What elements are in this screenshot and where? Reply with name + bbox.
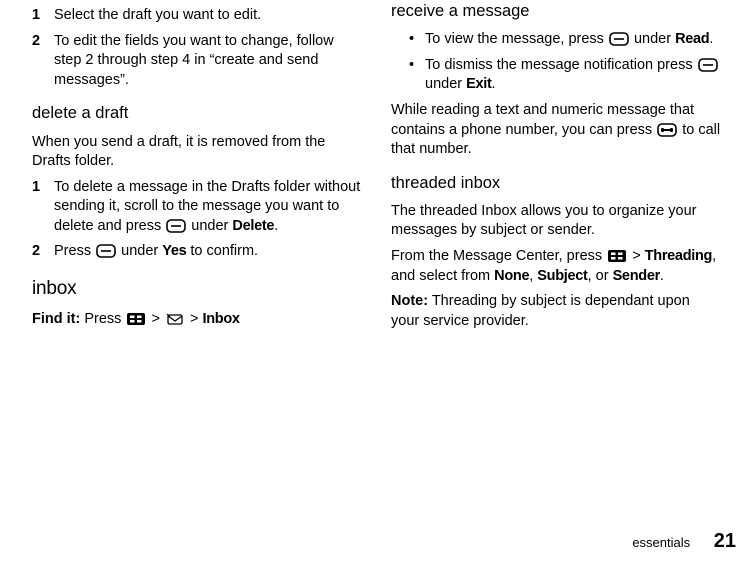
delete-step-1: 1 To delete a message in the Drafts fold…: [32, 178, 363, 237]
text-part: under: [634, 31, 675, 47]
softkey-icon: [96, 244, 116, 258]
text-part: under: [425, 76, 466, 92]
footer-section: essentials: [632, 535, 690, 550]
receive-bullet-2: • To dismiss the message notification pr…: [391, 56, 722, 95]
text-part: .: [274, 218, 278, 234]
bullet-icon: •: [409, 56, 425, 76]
label-inbox: Inbox: [203, 311, 240, 327]
step-body: Press under Yes to confirm.: [54, 242, 363, 262]
step-number: 2: [32, 32, 54, 52]
menukey-icon: [607, 249, 627, 263]
callkey-icon: [657, 123, 677, 137]
find-it-label: Find it:: [32, 311, 80, 327]
receive-bullet-1: • To view the message, press under Read.: [391, 30, 722, 50]
text-part: Press: [54, 243, 95, 259]
label-read: Read: [675, 31, 709, 47]
bullet-icon: •: [409, 30, 425, 50]
right-column: receive a message • To view the message,…: [377, 0, 736, 520]
delete-step-2: 2 Press under Yes to confirm.: [32, 242, 363, 262]
step-number: 1: [32, 178, 54, 198]
heading-threaded: threaded inbox: [391, 172, 722, 194]
text-part: , or: [588, 268, 613, 284]
heading-inbox: inbox: [32, 276, 363, 302]
text-part: >: [190, 311, 203, 327]
text-part: to confirm.: [186, 243, 258, 259]
text-part: While reading a text and numeric message…: [391, 102, 694, 138]
paragraph-while-reading: While reading a text and numeric message…: [391, 101, 722, 160]
page-footer: essentials 21: [0, 528, 754, 555]
heading-receive: receive a message: [391, 0, 722, 22]
text-part: From the Message Center, press: [391, 248, 606, 264]
menukey-icon: [126, 312, 146, 326]
label-threading: Threading: [645, 248, 712, 264]
text-part: Press: [84, 311, 125, 327]
receive-bullets: • To view the message, press under Read.…: [391, 30, 722, 95]
delete-draft-steps: 1 To delete a message in the Drafts fold…: [32, 178, 363, 262]
label-sender: Sender: [613, 268, 660, 284]
text-part: .: [709, 31, 713, 47]
step-1: 1 Select the draft you want to edit.: [32, 6, 363, 26]
heading-delete-draft: delete a draft: [32, 102, 363, 124]
text-part: To dismiss the message notification pres…: [425, 57, 697, 73]
label-exit: Exit: [466, 76, 491, 92]
step-body: To edit the fields you want to change, f…: [54, 32, 363, 91]
page-number: 21: [714, 530, 736, 552]
note-label: Note:: [391, 293, 428, 309]
step-body: Select the draft you want to edit.: [54, 6, 363, 26]
step-body: To delete a message in the Drafts folder…: [54, 178, 363, 237]
text-part: .: [492, 76, 496, 92]
text-part: >: [632, 248, 645, 264]
step-2: 2 To edit the fields you want to change,…: [32, 32, 363, 91]
left-column: 1 Select the draft you want to edit. 2 T…: [18, 0, 377, 520]
page-content: 1 Select the draft you want to edit. 2 T…: [0, 0, 754, 520]
paragraph-note: Note: Threading by subject is dependant …: [391, 292, 722, 331]
text-part: under: [191, 218, 232, 234]
paragraph-threaded-intro: The threaded Inbox allows you to organiz…: [391, 202, 722, 241]
bullet-body: To dismiss the message notification pres…: [425, 56, 722, 95]
softkey-icon: [698, 58, 718, 72]
find-it-line: Find it: Press > > Inbox: [32, 310, 363, 330]
label-subject: Subject: [537, 268, 587, 284]
step-number: 2: [32, 242, 54, 262]
paragraph-delete-intro: When you send a draft, it is removed fro…: [32, 133, 363, 172]
bullet-body: To view the message, press under Read.: [425, 30, 722, 50]
paragraph-from-center: From the Message Center, press > Threadi…: [391, 247, 722, 286]
text-part: To view the message, press: [425, 31, 608, 47]
label-yes: Yes: [162, 243, 186, 259]
note-body: Threading by subject is dependant upon y…: [391, 293, 690, 329]
softkey-icon: [166, 219, 186, 233]
edit-draft-steps: 1 Select the draft you want to edit. 2 T…: [32, 6, 363, 90]
label-none: None: [494, 268, 529, 284]
label-delete: Delete: [232, 218, 274, 234]
step-number: 1: [32, 6, 54, 26]
text-part: under: [121, 243, 162, 259]
message-icon: [165, 312, 185, 326]
text-part: .: [660, 268, 664, 284]
softkey-icon: [609, 32, 629, 46]
text-part: >: [151, 311, 164, 327]
